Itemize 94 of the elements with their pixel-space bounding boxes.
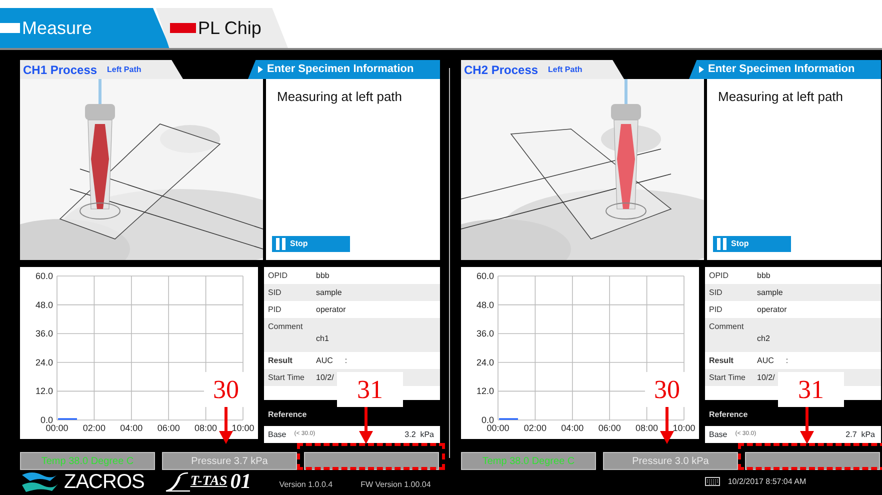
axis-label: 0.0 [481,415,494,425]
stop-button[interactable]: Stop [272,236,350,252]
field-value: ch2 [757,333,770,345]
axis-label: 08:00 [636,423,658,433]
field-label: Start Time [268,372,306,384]
pressure-status: Pressure 3.7 kPa [162,452,297,470]
field-value: operator [316,304,346,316]
swirl-logo-icon [164,470,190,492]
pause-icon [275,238,287,250]
axis-label: 12.0 [476,386,494,396]
triangle-icon [699,66,704,73]
axis-label: 02:00 [524,423,546,433]
brand-name: ZACROS [64,470,144,494]
tab[interactable]: PL Chip [156,8,288,48]
field-label: PID [268,304,282,316]
path-label: Left Path [107,64,142,76]
field-value: AUC [757,354,774,366]
specimen-info-tab[interactable]: Enter Specimen Information [689,60,881,79]
path-label: Left Path [548,64,582,76]
callout-arrow [800,407,814,444]
version-label: Version 1.0.0.4 [279,478,333,490]
field-value: sample [757,286,783,298]
date-time: 10/2/2017 8:57:04 AM [728,476,806,488]
field-value: operator [757,304,787,316]
callout-number: 31 [778,372,844,407]
temperature-status: Temp 38.0 Degree C [20,452,155,470]
callout-arrow [359,407,373,444]
field-value: 3.2 kPa [404,428,434,440]
reference-label: Reference [709,409,749,421]
axis-label: 48.0 [476,300,494,310]
product-number: 01 [230,468,252,495]
wave-logo-icon [20,470,60,492]
axis-label: 24.0 [476,357,494,368]
field-label: Base [268,428,286,440]
field-value: : [786,354,788,366]
axis-label: 10:00 [672,423,696,433]
axis-label: 06:00 [598,423,621,433]
product-name: T-TAS [190,473,228,491]
callout-arrow [660,407,674,444]
field-value: 10/2/ [757,372,775,384]
axis-label: 60.0 [476,271,494,281]
callout-number: 31 [337,372,403,407]
reference-label: Reference [268,409,308,421]
callout-arrow [219,407,233,444]
firmware-version-label: FW Version 1.00.04 [360,478,431,490]
keyboard-icon[interactable] [704,477,720,486]
pause-icon [716,238,728,250]
field-value: : [344,354,348,366]
pressure-status: Pressure 3.0 kPa [603,452,738,470]
axis-label: 02:00 [82,423,106,433]
triangle-icon [258,66,263,73]
axis-label: 04:00 [561,423,584,433]
field-label: SID [268,286,282,298]
field-value: bbb [316,270,330,282]
status-message: Measuring at left path [718,88,844,106]
axis-label: 36.0 [35,328,53,339]
trace-line [499,418,518,420]
field-label: Result [268,354,294,366]
status-message: Measuring at left path [277,88,404,106]
axis-label: 0.0 [40,415,53,425]
axis-label: 60.0 [35,271,53,281]
axis-label: 48.0 [35,300,53,310]
axis-label: 00:00 [46,423,68,433]
field-label: PID [709,304,724,316]
specimen-info-tab[interactable]: Enter Specimen Information [248,60,440,79]
axis-label: 04:00 [120,423,143,433]
field-label: Start Time [709,372,746,384]
field-value: bbb [757,270,770,282]
axis-label: 12.0 [35,386,53,396]
field-value: AUC [316,354,333,366]
axis-label: 36.0 [476,328,494,339]
tab-marker-icon [170,23,196,33]
channel-title: CH2 Process [464,62,538,78]
field-label: Comment [709,321,745,333]
axis-label: 00:00 [486,423,510,433]
field-value: 2.7 kPa [846,428,875,440]
field-label: Result [709,354,734,366]
field-label: Comment [268,321,304,333]
stop-button[interactable]: Stop [713,236,791,252]
axis-label: 08:00 [194,423,218,433]
field-value: 10/2/ [316,372,334,384]
trace-line [58,418,77,420]
field-value: ch1 [316,333,329,345]
field-label: SID [709,286,724,298]
channel-title: CH1 Process [23,62,98,78]
tab[interactable]: Measure [0,8,170,48]
field-label: OPID [268,270,289,282]
axis-label: 24.0 [35,357,53,368]
field-label: Base [709,428,728,440]
field-label: OPID [709,270,730,282]
axis-label: 10:00 [232,423,254,433]
field-value: sample [316,286,342,298]
axis-label: 06:00 [157,423,180,433]
temperature-status: Temp 38.0 Degree C [461,452,596,470]
